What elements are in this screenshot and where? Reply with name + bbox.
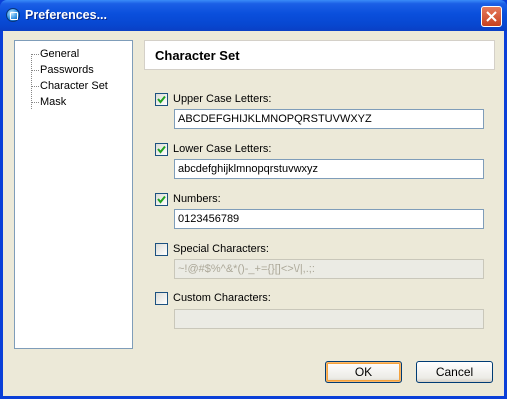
custom-characters-label: Custom Characters:	[173, 292, 271, 304]
tree-connector	[31, 54, 39, 55]
dialog-body: General Passwords Character Set Mask Cha…	[3, 31, 504, 396]
lower-case-field[interactable]: abcdefghijklmnopqrstuvwxyz	[174, 159, 484, 179]
tree-connector	[31, 102, 39, 103]
tree-connector	[31, 54, 32, 109]
tree-connector	[31, 86, 39, 87]
checkmark-icon	[157, 195, 166, 204]
tree-item-general[interactable]: General	[40, 47, 79, 61]
page-title: Character Set	[155, 48, 240, 63]
lower-case-checkbox[interactable]	[155, 143, 168, 156]
panel-header: Character Set	[144, 40, 495, 70]
tree-connector	[31, 70, 39, 71]
window-title: Preferences...	[25, 8, 107, 22]
app-icon	[6, 8, 20, 22]
ok-button[interactable]: OK	[325, 361, 402, 383]
upper-case-label: Upper Case Letters:	[173, 93, 272, 105]
upper-case-field[interactable]: ABCDEFGHIJKLMNOPQRSTUVWXYZ	[174, 109, 484, 129]
title-bar[interactable]: Preferences...	[0, 0, 507, 31]
custom-characters-field[interactable]	[174, 309, 484, 329]
special-characters-label: Special Characters:	[173, 243, 269, 255]
checkmark-icon	[157, 145, 166, 154]
upper-case-checkbox[interactable]	[155, 93, 168, 106]
numbers-checkbox[interactable]	[155, 193, 168, 206]
cancel-button[interactable]: Cancel	[416, 361, 493, 383]
numbers-label: Numbers:	[173, 193, 221, 205]
category-tree[interactable]: General Passwords Character Set Mask	[14, 40, 133, 349]
custom-characters-checkbox[interactable]	[155, 292, 168, 305]
numbers-field[interactable]: 0123456789	[174, 209, 484, 229]
close-icon	[486, 11, 497, 22]
special-characters-field[interactable]: ~!@#$%^&*()-_+={}[]<>\/|,.;:	[174, 259, 484, 279]
checkmark-icon	[157, 95, 166, 104]
tree-item-passwords[interactable]: Passwords	[40, 63, 94, 77]
special-characters-checkbox[interactable]	[155, 243, 168, 256]
tree-item-mask[interactable]: Mask	[40, 95, 66, 109]
preferences-window: Preferences... General Passwords Charact…	[0, 0, 507, 399]
tree-item-character-set[interactable]: Character Set	[40, 79, 108, 93]
lower-case-label: Lower Case Letters:	[173, 143, 272, 155]
close-button[interactable]	[481, 6, 502, 27]
